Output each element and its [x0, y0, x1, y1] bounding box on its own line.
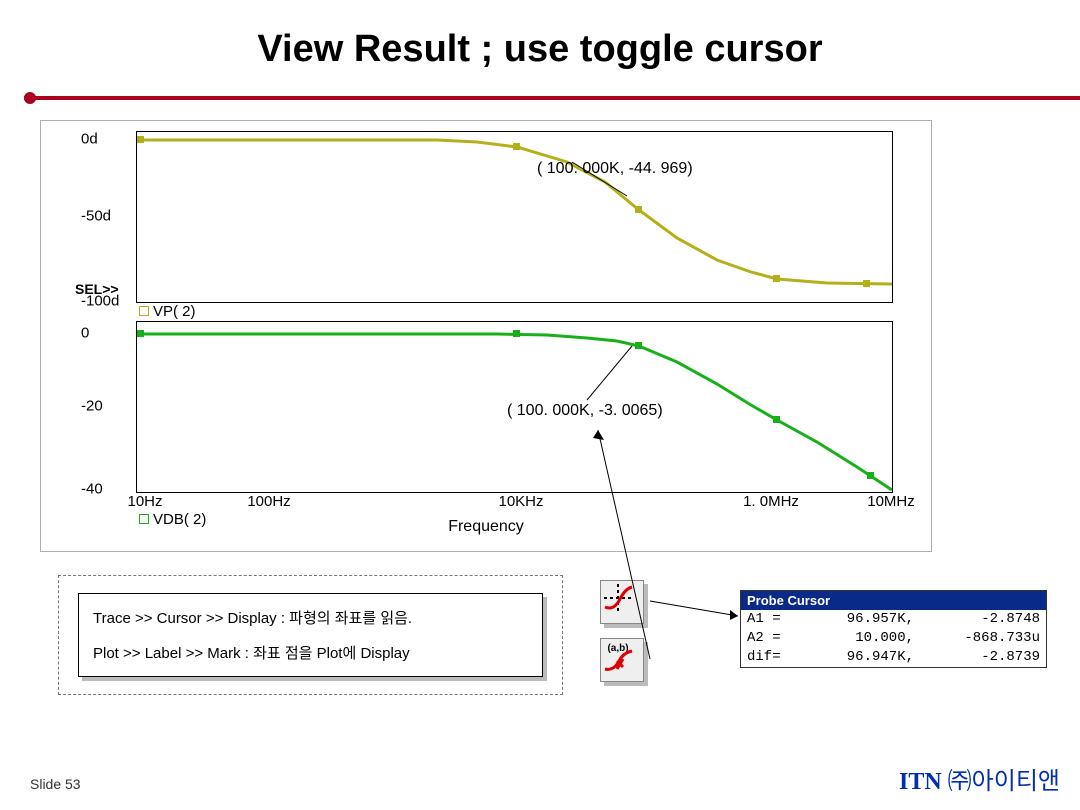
probe-cell: A2 =	[747, 629, 799, 648]
probe-cursor-window: Probe Cursor A1 = 96.957K, -2.8748 A2 = …	[740, 590, 1047, 668]
probe-cell: -2.8748	[914, 610, 1040, 629]
probe-cell: -2.8739	[914, 648, 1040, 667]
probe-row-a1: A1 = 96.957K, -2.8748	[741, 610, 1046, 629]
brand-footer: ITN ㈜아이티앤	[899, 761, 1060, 796]
probe-cell: A1 =	[747, 610, 799, 629]
probe-row-dif: dif= 96.947K, -2.8739	[741, 648, 1046, 667]
slide-number: Slide 53	[30, 776, 81, 792]
brand-kr: ㈜아이티앤	[948, 768, 1060, 795]
probe-cell: 96.947K,	[799, 648, 914, 667]
probe-cell: 10.000,	[799, 629, 914, 648]
probe-cell: -868.733u	[914, 629, 1040, 648]
probe-cell: 96.957K,	[799, 610, 914, 629]
probe-cell: dif=	[747, 648, 799, 667]
brand-en: ITN	[899, 769, 948, 795]
probe-title: Probe Cursor	[741, 591, 1046, 610]
probe-row-a2: A2 = 10.000, -868.733u	[741, 629, 1046, 648]
